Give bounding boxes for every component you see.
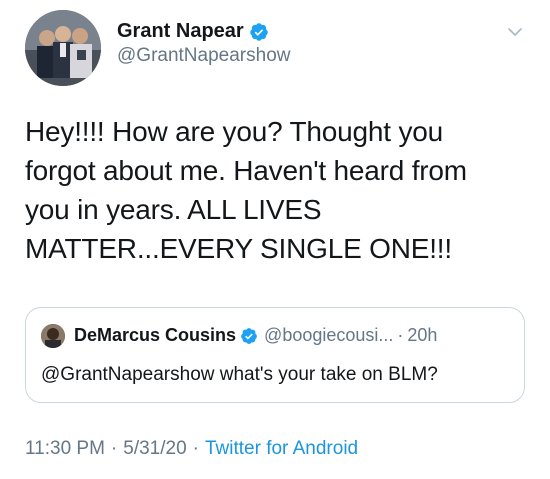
separator-dot: ·	[397, 325, 404, 345]
separator-dot: ·	[192, 438, 199, 459]
quoted-author-handle: @boogiecousi...	[264, 325, 394, 345]
quoted-author-name: DeMarcus Cousins	[74, 325, 237, 345]
tweet-meta: 11:30 PM · 5/31/20 · Twitter for Android	[25, 438, 358, 460]
quoted-tweet-text: @GrantNapearshow what's your take on BLM…	[41, 364, 438, 385]
tweet-card: Grant Napear @GrantNapearshow Hey!!!! Ho…	[0, 0, 550, 479]
quoted-tweet[interactable]: DeMarcus Cousins @boogiecousi... · 20h @…	[25, 307, 525, 403]
tweet-text-line: forgot about me. Haven't heard from	[25, 155, 467, 186]
quoted-author-avatar	[41, 324, 65, 348]
author-avatar[interactable]	[25, 10, 101, 86]
verified-badge-icon	[249, 22, 268, 41]
tweet-text-line: Hey!!!! How are you? Thought you	[25, 116, 443, 147]
tweet-date[interactable]: 5/31/20	[123, 438, 186, 460]
author-name[interactable]: Grant Napear	[117, 20, 269, 43]
tweet-text-line: you in years. ALL LIVES	[25, 194, 322, 225]
tweet-source-link[interactable]: Twitter for Android	[205, 438, 358, 460]
tweet-time[interactable]: 11:30 PM	[25, 438, 105, 460]
tweet-text: Hey!!!! How are you? Thought you forgot …	[25, 112, 535, 268]
verified-badge-icon	[241, 327, 257, 344]
author-handle[interactable]: @GrantNapearshow	[117, 45, 290, 67]
chevron-down-icon[interactable]	[505, 22, 525, 42]
quoted-tweet-time: 20h	[407, 325, 438, 345]
quoted-tweet-header: DeMarcus Cousins @boogiecousi... · 20h	[74, 325, 437, 346]
tweet-text-line: MATTER...EVERY SINGLE ONE!!!	[25, 233, 452, 264]
separator-dot: ·	[110, 438, 118, 459]
author-name-text: Grant Napear	[117, 20, 244, 42]
